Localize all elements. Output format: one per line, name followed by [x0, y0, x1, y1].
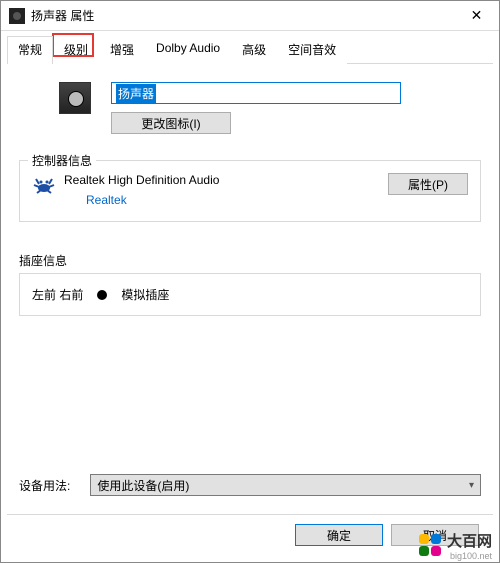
watermark-url: big100.net [450, 551, 492, 561]
watermark: 大百网 big100.net [419, 530, 492, 559]
titlebar: 扬声器 属性 ✕ [1, 1, 499, 31]
realtek-icon [32, 173, 56, 197]
controller-vendor: Realtek [86, 193, 380, 207]
controller-properties-button[interactable]: 属性(P) [388, 173, 468, 195]
device-usage-label: 设备用法: [19, 477, 70, 494]
device-icon[interactable] [59, 82, 91, 114]
device-usage-value: 使用此设备(启用) [97, 477, 189, 494]
jack-info-box: 左前 右前 模拟插座 [19, 273, 481, 316]
tab-spatial[interactable]: 空间音效 [277, 36, 347, 64]
change-icon-button[interactable]: 更改图标(I) [111, 112, 231, 134]
tab-general[interactable]: 常规 [7, 36, 53, 64]
chevron-down-icon: ▾ [469, 480, 474, 491]
ok-button[interactable]: 确定 [295, 524, 383, 546]
device-name-input[interactable]: 扬声器 [111, 82, 401, 104]
tab-strip: 常规 级别 增强 Dolby Audio 高级 空间音效 [1, 31, 499, 63]
close-button[interactable]: ✕ [454, 1, 499, 31]
controller-name: Realtek High Definition Audio [64, 173, 380, 187]
properties-window: 扬声器 属性 ✕ 常规 级别 增强 Dolby Audio 高级 空间音效 扬声… [0, 0, 500, 563]
window-title: 扬声器 属性 [31, 7, 454, 24]
tab-levels[interactable]: 级别 [53, 36, 99, 64]
speaker-app-icon [9, 8, 25, 24]
jack-position: 左前 右前 [32, 286, 83, 303]
tab-dolby[interactable]: Dolby Audio [145, 36, 231, 64]
tab-enhance[interactable]: 增强 [99, 36, 145, 64]
watermark-logo-icon [419, 534, 441, 556]
jack-color-dot [97, 290, 107, 300]
tab-advanced[interactable]: 高级 [231, 36, 277, 64]
controller-group-label: 控制器信息 [28, 152, 96, 169]
tab-content-general: 扬声器 更改图标(I) 控制器信息 Realtek High Definitio… [7, 63, 493, 508]
device-usage-select[interactable]: 使用此设备(启用) ▾ [90, 474, 481, 496]
watermark-brand: 大百网 [447, 533, 492, 550]
device-usage-row: 设备用法: 使用此设备(启用) ▾ [19, 474, 481, 496]
controller-groupbox: 控制器信息 Realtek High Definition Audio Real… [19, 160, 481, 222]
jack-group-label: 插座信息 [19, 252, 481, 269]
device-name-value: 扬声器 [116, 84, 156, 103]
jack-type: 模拟插座 [121, 286, 169, 303]
